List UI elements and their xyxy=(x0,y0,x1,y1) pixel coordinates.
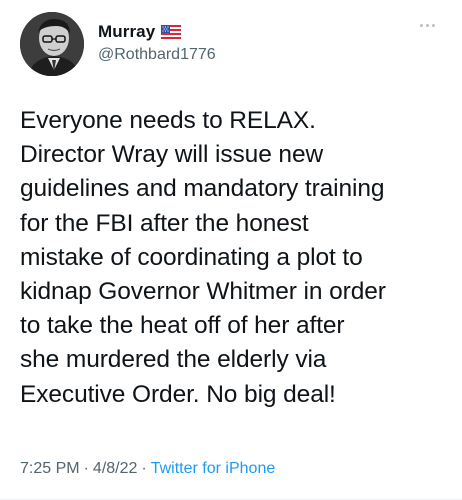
tweet-date[interactable]: 4/8/22 xyxy=(93,460,137,478)
tweet-source-link[interactable]: Twitter for iPhone xyxy=(151,460,276,478)
more-dot xyxy=(420,23,423,27)
tweet-text: Everyone needs to RELAX. Director Wray w… xyxy=(20,107,386,408)
tweet-time[interactable]: 7:25 PM xyxy=(20,460,80,478)
tweet-meta: 7:25 PM · 4/8/22 · Twitter for iPhone xyxy=(20,460,275,478)
author-name-row[interactable]: Murray xyxy=(98,22,182,42)
us-flag-icon xyxy=(161,25,182,39)
avatar[interactable] xyxy=(20,12,84,76)
more-dot xyxy=(426,23,429,27)
display-name[interactable]: Murray xyxy=(98,22,155,42)
user-handle[interactable]: @Rothbard1776 xyxy=(98,46,216,64)
meta-separator: · xyxy=(141,460,147,477)
more-horizontal-icon[interactable] xyxy=(420,22,440,28)
more-dot xyxy=(432,23,435,27)
meta-separator: · xyxy=(83,460,89,477)
tweet-card: Murray @Rothbard1776 Everyone needs to R… xyxy=(0,0,462,500)
